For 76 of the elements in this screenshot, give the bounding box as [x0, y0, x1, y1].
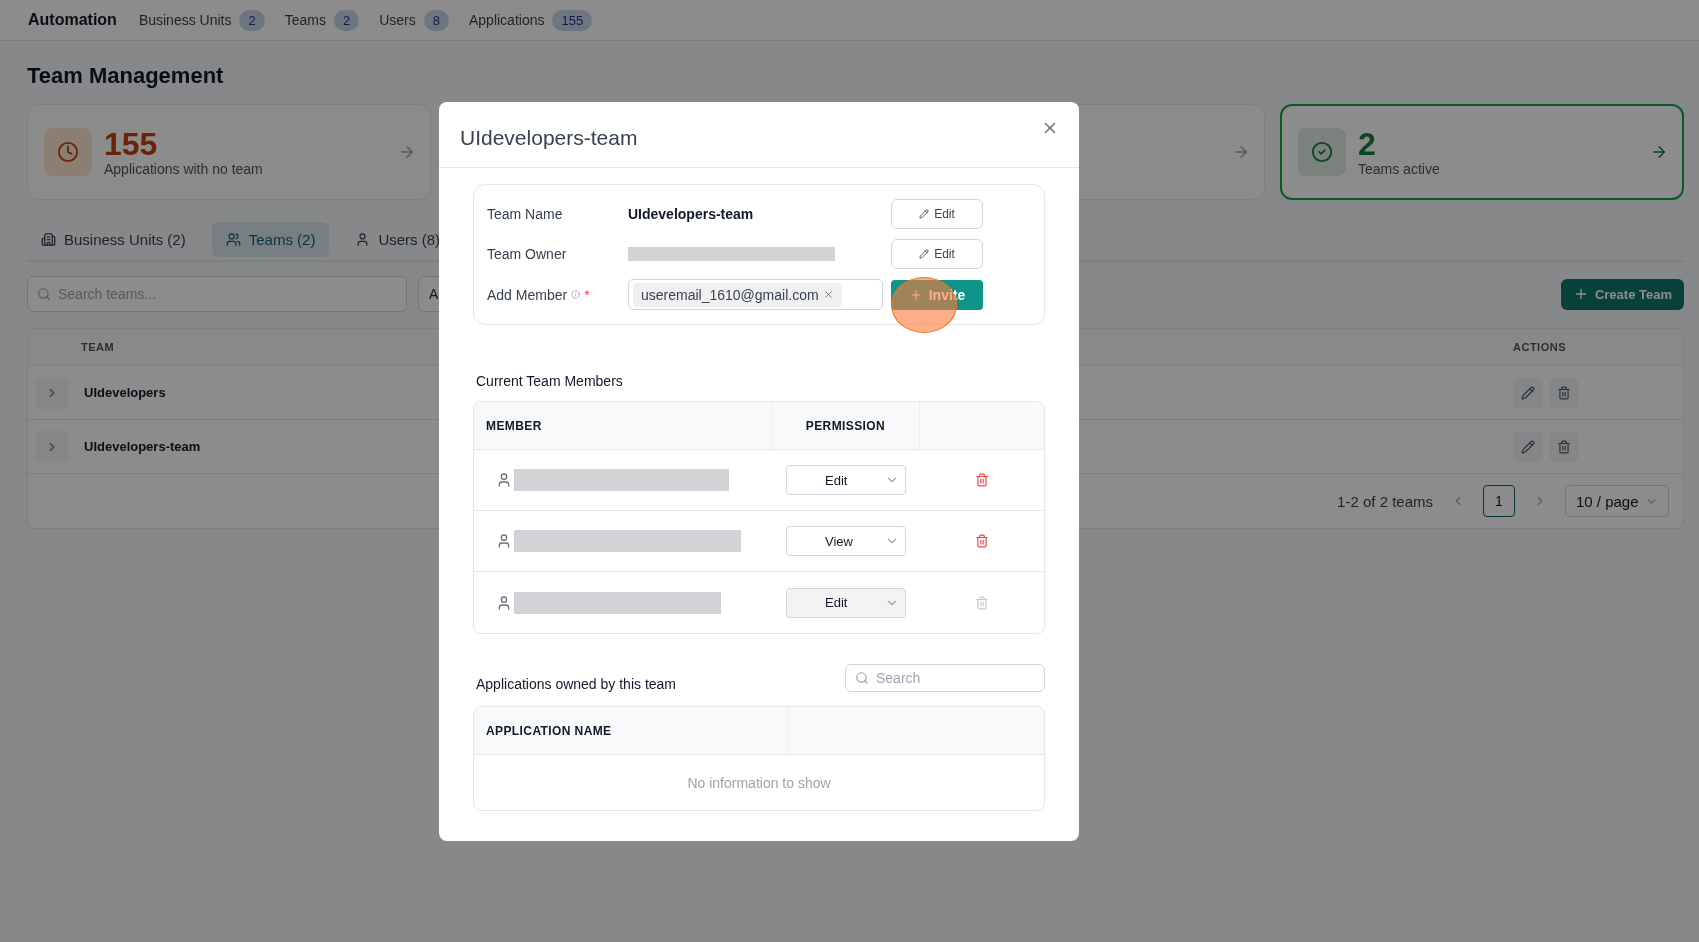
edit-button[interactable] — [1513, 377, 1543, 408]
stat-value: 2 — [1358, 127, 1376, 161]
create-team-button[interactable]: Create Team — [1560, 278, 1684, 310]
pencil-icon — [1521, 385, 1535, 400]
trash-icon — [975, 473, 989, 487]
arrow-right-icon — [1650, 143, 1668, 161]
delete-button[interactable] — [975, 534, 989, 548]
info-icon — [571, 290, 581, 299]
column-header: TEAM — [80, 341, 115, 353]
edit-button[interactable]: Edit — [891, 199, 983, 229]
empty-message: No information to show — [687, 774, 831, 791]
stat-label: Applications with no team — [104, 161, 263, 177]
count-badge: 2 — [239, 9, 265, 31]
tab[interactable]: Teams (2) — [211, 222, 330, 257]
users-icon — [225, 232, 241, 247]
delete-button[interactable] — [1549, 377, 1579, 408]
brand-name: Automation — [28, 11, 117, 29]
plus-icon — [908, 287, 923, 302]
column-header: MEMBER — [486, 418, 542, 433]
nav-link[interactable]: Business Units 2 — [138, 9, 265, 31]
email-tag: useremail_1610@gmail.com — [633, 282, 842, 307]
section-title: Applications owned by this team — [476, 676, 676, 692]
page-size-select[interactable]: 10 / page — [1565, 485, 1669, 517]
tab[interactable]: Users (8) — [341, 222, 455, 257]
user-icon — [355, 232, 371, 247]
edit-button[interactable] — [1513, 431, 1543, 462]
column-header: ACTIONS — [1513, 341, 1566, 353]
page-title: Team Management — [27, 63, 225, 89]
pencil-icon — [919, 209, 930, 219]
count-badge: 8 — [423, 9, 449, 31]
permission-select[interactable]: Edit — [786, 465, 906, 495]
pencil-icon — [1521, 439, 1535, 454]
trash-icon — [1557, 439, 1571, 454]
required-mark: * — [584, 286, 590, 303]
app-search-field[interactable]: Search — [845, 664, 1045, 692]
team-name: UIdevelopers — [84, 385, 166, 400]
close-icon[interactable] — [822, 289, 834, 300]
member-email-field[interactable]: useremail_1610@gmail.com — [628, 279, 883, 310]
column-header: PERMISSION — [805, 418, 886, 433]
stat-label: Teams active — [1358, 161, 1440, 177]
stat-card[interactable]: 155 Applications with no team — [27, 104, 431, 200]
pagination-summary: 1-2 of 2 teams — [1337, 492, 1433, 510]
field-label: Team Owner — [487, 246, 567, 262]
clock-icon — [44, 128, 92, 176]
stat-value: 155 — [104, 127, 158, 161]
permission-select[interactable]: View — [786, 526, 906, 556]
dialog-title: UIdevelopers-team — [460, 125, 638, 150]
column-header: APPLICATION NAME — [486, 723, 612, 738]
edit-button[interactable]: Edit — [891, 239, 983, 269]
arrow-right-icon — [398, 143, 416, 161]
nav-link[interactable]: Applications 155 — [468, 9, 593, 31]
trash-icon — [975, 534, 989, 548]
search-icon — [37, 287, 51, 301]
trash-icon — [1557, 385, 1571, 400]
count-badge: 155 — [552, 9, 593, 31]
page-button[interactable]: 1 — [1483, 485, 1515, 517]
section-title: Current Team Members — [476, 373, 624, 389]
nav-link[interactable]: Teams 2 — [284, 9, 360, 31]
building-icon — [41, 232, 56, 247]
delete-button[interactable] — [975, 473, 989, 487]
user-icon — [496, 472, 512, 488]
team-name: UIdevelopers-team — [84, 439, 201, 454]
nav-link[interactable]: Users 8 — [379, 9, 449, 31]
arrow-right-icon — [1232, 143, 1250, 161]
count-badge: 2 — [333, 9, 360, 31]
team-name-value: UIdevelopers-team — [628, 206, 754, 222]
field-label: Team Name — [487, 206, 563, 222]
search-icon — [855, 671, 869, 685]
tab[interactable]: Business Units (2) — [27, 222, 200, 257]
delete-button[interactable] — [1549, 431, 1579, 462]
user-icon — [496, 594, 512, 611]
stat-card[interactable]: 2 Teams active — [1280, 104, 1684, 200]
trash-icon — [975, 595, 989, 610]
pencil-icon — [919, 249, 930, 259]
user-icon — [496, 533, 512, 549]
field-label: Add Member — [487, 286, 568, 303]
